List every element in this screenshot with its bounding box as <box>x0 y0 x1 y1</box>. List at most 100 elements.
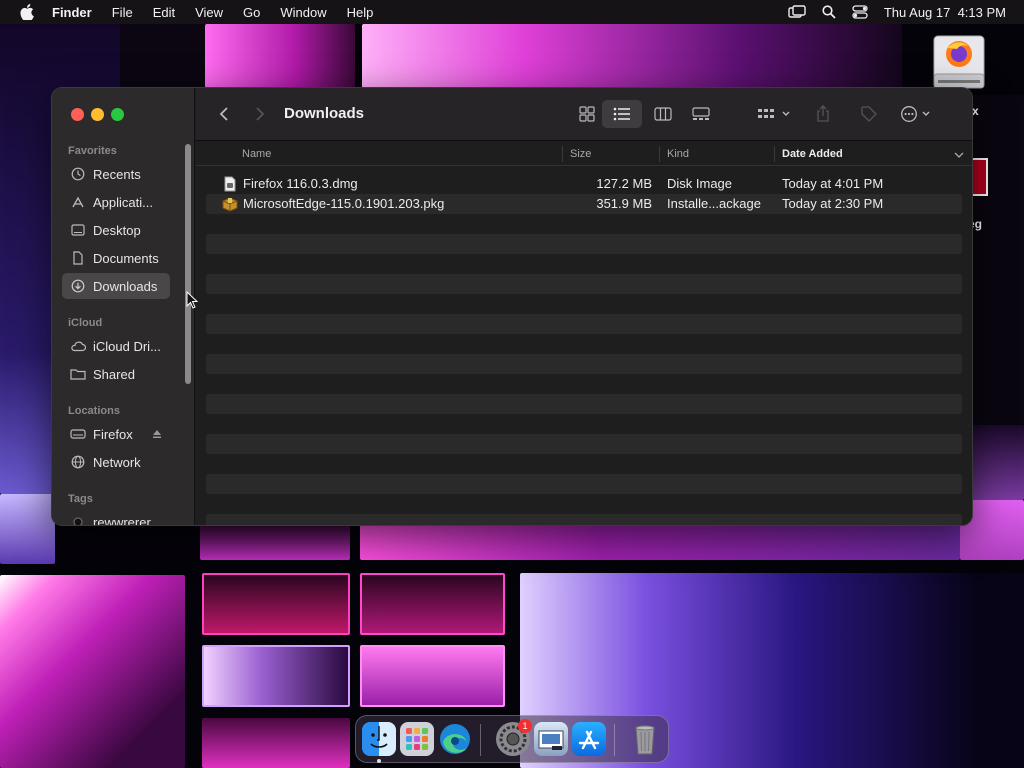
file-size: 351.9 MB <box>596 196 652 211</box>
control-center-icon[interactable] <box>852 5 868 19</box>
menu-help[interactable]: Help <box>347 5 374 20</box>
column-view-button[interactable] <box>648 100 678 128</box>
applications-icon <box>70 194 86 210</box>
column-header: Name Size Kind Date Added <box>196 142 972 166</box>
file-name: Firefox 116.0.3.dmg <box>243 176 358 191</box>
file-kind: Disk Image <box>667 176 733 191</box>
forward-button[interactable] <box>250 100 270 128</box>
package-icon <box>222 196 238 212</box>
sidebar-item-label: iCloud Dri... <box>93 338 161 354</box>
tag-icon[interactable] <box>858 100 880 128</box>
dock-preview-icon[interactable] <box>534 722 568 756</box>
dock-trash-icon[interactable] <box>628 722 662 756</box>
sidebar-item-label: Firefox <box>93 426 133 442</box>
column-date-added[interactable]: Date Added <box>774 142 843 166</box>
file-name: MicrosoftEdge-115.0.1901.203.pkg <box>243 196 445 211</box>
desktop-icon-label-firefox[interactable]: x <box>972 104 979 118</box>
apple-menu-icon[interactable] <box>20 4 34 20</box>
screen-mirroring-icon[interactable] <box>788 5 806 19</box>
eject-icon[interactable] <box>152 427 162 442</box>
sidebar-scrollbar[interactable] <box>185 144 191 384</box>
empty-row-stripe <box>206 394 962 414</box>
menu-view[interactable]: View <box>195 5 223 20</box>
download-icon <box>70 278 86 294</box>
sidebar-item-applications[interactable]: Applicati... <box>62 189 170 215</box>
finder-toolbar: Downloads <box>196 88 972 141</box>
sidebar-item-tag-rewwrerer[interactable]: rewwrerer <box>62 509 170 525</box>
window-title: Downloads <box>284 105 365 122</box>
cloud-icon <box>70 338 86 354</box>
drive-icon <box>70 426 86 442</box>
menu-window[interactable]: Window <box>280 5 326 20</box>
empty-row-stripe <box>206 274 962 294</box>
dock-launchpad-icon[interactable] <box>400 722 434 756</box>
empty-row-stripe <box>206 474 962 494</box>
tag-dot-icon <box>70 514 86 525</box>
column-kind[interactable]: Kind <box>659 142 689 166</box>
spotlight-search-icon[interactable] <box>822 5 836 19</box>
empty-row-stripe <box>206 514 962 525</box>
sidebar-item-label: Shared <box>93 366 135 382</box>
shared-folder-icon <box>70 366 86 382</box>
file-kind: Installe...ackage <box>667 196 761 211</box>
zoom-window-button[interactable] <box>111 108 124 121</box>
dock-app-store-icon[interactable] <box>572 722 606 756</box>
running-indicator <box>377 759 381 763</box>
gallery-view-button[interactable] <box>686 100 716 128</box>
sidebar-item-network[interactable]: Network <box>62 449 170 475</box>
file-row[interactable]: MicrosoftEdge-115.0.1901.203.pkg 351.9 M… <box>206 194 962 214</box>
column-size[interactable]: Size <box>562 142 591 166</box>
group-by-button[interactable] <box>754 100 796 128</box>
sidebar-item-desktop[interactable]: Desktop <box>62 217 170 243</box>
sidebar-item-label: Documents <box>93 250 159 266</box>
document-icon <box>70 250 86 266</box>
empty-row-stripe <box>206 434 962 454</box>
sidebar-section-icloud: iCloud <box>68 317 103 329</box>
minimize-window-button[interactable] <box>91 108 104 121</box>
more-actions-button[interactable] <box>898 100 936 128</box>
menu-bar: Finder File Edit View Go Window Help Thu… <box>0 0 1024 24</box>
back-button[interactable] <box>214 100 234 128</box>
file-size: 127.2 MB <box>596 176 652 191</box>
sidebar-item-firefox-volume[interactable]: Firefox <box>62 421 170 447</box>
share-icon[interactable] <box>812 100 834 128</box>
menu-file[interactable]: File <box>112 5 133 20</box>
icon-view-button[interactable] <box>572 100 602 128</box>
sidebar-item-recents[interactable]: Recents <box>62 161 170 187</box>
empty-row-stripe <box>206 314 962 334</box>
file-date-added: Today at 4:01 PM <box>782 176 884 191</box>
menu-app-finder[interactable]: Finder <box>52 5 92 20</box>
sidebar-section-favorites: Favorites <box>68 145 117 157</box>
sidebar-item-label: Desktop <box>93 222 141 238</box>
sidebar-item-icloud-drive[interactable]: iCloud Dri... <box>62 333 170 359</box>
menu-go[interactable]: Go <box>243 5 260 20</box>
mouse-pointer-icon <box>186 290 199 314</box>
sidebar-item-label: Applicati... <box>93 194 153 210</box>
sidebar-item-label: Recents <box>93 166 141 182</box>
clock-icon <box>70 166 86 182</box>
sidebar-section-tags: Tags <box>68 493 93 505</box>
sidebar-item-downloads[interactable]: Downloads <box>62 273 170 299</box>
sort-chevron-icon[interactable] <box>954 150 964 162</box>
close-window-button[interactable] <box>71 108 84 121</box>
menu-edit[interactable]: Edit <box>153 5 175 20</box>
empty-row-stripe <box>206 234 962 254</box>
sidebar-item-shared[interactable]: Shared <box>62 361 170 387</box>
list-view-button[interactable] <box>602 100 642 128</box>
dock: 1 <box>355 715 669 763</box>
sidebar-item-label: Downloads <box>93 278 158 294</box>
globe-icon <box>70 454 86 470</box>
dock-finder-icon[interactable] <box>362 722 396 756</box>
disk-image-icon <box>222 176 238 192</box>
sidebar-item-label: Network <box>93 454 141 470</box>
desktop-edge-pkg-icon[interactable] <box>970 158 988 196</box>
file-row[interactable]: Firefox 116.0.3.dmg 127.2 MB Disk Image … <box>206 174 962 194</box>
sidebar-item-documents[interactable]: Documents <box>62 245 170 271</box>
finder-sidebar: Favorites Recents Applicati... Desktop D… <box>52 88 195 525</box>
desktop-icon <box>70 222 86 238</box>
dock-edge-icon[interactable] <box>438 722 472 756</box>
file-date-added: Today at 2:30 PM <box>782 196 884 211</box>
sidebar-section-locations: Locations <box>68 405 120 417</box>
menu-clock[interactable]: Thu Aug 17 4:13 PM <box>884 5 1006 20</box>
column-name[interactable]: Name <box>234 142 271 166</box>
